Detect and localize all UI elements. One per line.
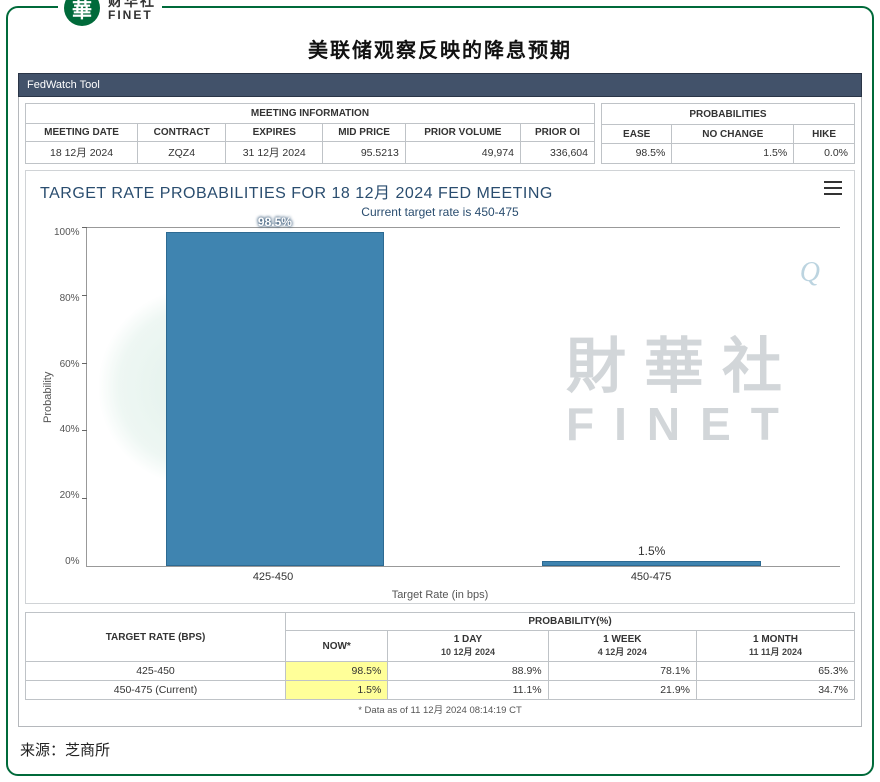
bar-value-label: 1.5% [638, 544, 665, 558]
pm-row: 450-475 (Current)1.5%11.1%21.9%34.7% [26, 681, 855, 700]
mi-h-pvol: PRIOR VOLUME [405, 124, 520, 142]
tool-titlebar: FedWatch Tool [18, 73, 862, 97]
pm-row: 425-45098.5%88.9%78.1%65.3% [26, 662, 855, 681]
pm-cell: 78.1% [548, 662, 696, 681]
x-tick-label: 425-450 [84, 567, 462, 583]
mi-pvol: 49,974 [405, 142, 520, 164]
document-frame: 華 财华社 FINET 美联储观察反映的降息预期 FedWatch Tool M… [6, 6, 874, 776]
x-tick-label: 450-475 [462, 567, 840, 583]
bar[interactable]: 1.5% [542, 561, 760, 566]
tool-panel: MEETING INFORMATION MEETING DATE CONTRAC… [18, 97, 862, 727]
pm-row-label: 450-475 (Current) [26, 681, 286, 700]
pm-col-header: PROBABILITY(%) [286, 613, 855, 631]
p-ease: 98.5% [602, 143, 672, 163]
logo-text: 财华社 FINET [108, 0, 156, 22]
pm-row-header: TARGET RATE (BPS) [26, 613, 286, 662]
p-h-nochange: NO CHANGE [672, 125, 794, 144]
meeting-info-header: MEETING INFORMATION [26, 104, 595, 124]
p-nochange: 1.5% [672, 143, 794, 163]
logo: 華 财华社 FINET [58, 0, 162, 26]
pm-col: NOW* [286, 631, 388, 662]
ytick: 100% [54, 227, 80, 238]
bar-slot: 98.5% [87, 227, 464, 566]
data-timestamp-note: * Data as of 11 12月 2024 08:14:19 CT [25, 702, 855, 716]
pm-col: 1 MONTH11 11月 2024 [697, 631, 855, 662]
ytick: 20% [60, 490, 80, 501]
bars: 98.5% 1.5% [87, 227, 840, 566]
ytick: 40% [60, 424, 80, 435]
probabilities-header: PROBABILITIES [602, 104, 855, 125]
pm-col: 1 DAY10 12月 2024 [388, 631, 548, 662]
chart-box: TARGET RATE PROBABILITIES FOR 18 12月 202… [25, 170, 855, 604]
probability-matrix-table: TARGET RATE (BPS) PROBABILITY(%) NOW*1 D… [25, 612, 855, 700]
mi-h-poi: PRIOR OI [520, 124, 594, 142]
mi-date: 18 12月 2024 [26, 142, 138, 164]
pm-cell: 11.1% [388, 681, 548, 700]
chart-grid: 財華社 FINET Q 98.5%1.5% [86, 227, 840, 567]
probabilities-table: PROBABILITIES EASE NO CHANGE HIKE 98.5% … [601, 103, 855, 164]
p-hike: 0.0% [794, 143, 855, 163]
chart-menu-icon[interactable] [824, 181, 842, 195]
top-tables-row: MEETING INFORMATION MEETING DATE CONTRAC… [25, 103, 855, 164]
pm-cell: 65.3% [697, 662, 855, 681]
ytick: 0% [65, 556, 79, 567]
p-h-ease: EASE [602, 125, 672, 144]
pm-cell: 21.9% [548, 681, 696, 700]
pm-col: 1 WEEK4 12月 2024 [548, 631, 696, 662]
mi-contract: ZQZ4 [138, 142, 226, 164]
p-row: 98.5% 1.5% 0.0% [602, 143, 855, 163]
pm-cell: 34.7% [697, 681, 855, 700]
page-title: 美联储观察反映的降息预期 [18, 34, 862, 63]
mi-row: 18 12月 2024 ZQZ4 31 12月 2024 95.5213 49,… [26, 142, 595, 164]
mi-h-mid: MID PRICE [323, 124, 406, 142]
bar-slot: 1.5% [463, 227, 840, 566]
x-axis-label: Target Rate (in bps) [40, 589, 840, 601]
y-axis-label: Probability [40, 227, 54, 567]
logo-mark-icon: 華 [64, 0, 100, 26]
mi-h-expires: EXPIRES [226, 124, 323, 142]
mi-h-date: MEETING DATE [26, 124, 138, 142]
pm-row-label: 425-450 [26, 662, 286, 681]
mi-h-contract: CONTRACT [138, 124, 226, 142]
ytick: 60% [60, 359, 80, 370]
mi-expires: 31 12月 2024 [226, 142, 323, 164]
bar-value-label: 98.5% [258, 215, 292, 229]
bar[interactable]: 98.5% [166, 232, 384, 566]
source-attribution: 来源：芝商所 [20, 739, 862, 760]
p-h-hike: HIKE [794, 125, 855, 144]
mi-poi: 336,604 [520, 142, 594, 164]
y-axis: 100% 80% 60% 40% 20% 0% [54, 227, 86, 567]
pm-cell: 88.9% [388, 662, 548, 681]
x-axis: 425-450450-475 [84, 567, 840, 583]
pm-cell: 1.5% [286, 681, 388, 700]
chart-subtitle: Current target rate is 450-475 [40, 205, 840, 219]
meeting-info-table: MEETING INFORMATION MEETING DATE CONTRAC… [25, 103, 595, 164]
plot-area: Probability 100% 80% 60% 40% 20% 0% 財華社 … [40, 227, 840, 567]
ytick: 80% [60, 293, 80, 304]
mi-mid: 95.5213 [323, 142, 406, 164]
pm-cell: 98.5% [286, 662, 388, 681]
logo-en: FINET [108, 9, 156, 22]
chart-title: TARGET RATE PROBABILITIES FOR 18 12月 202… [40, 179, 840, 203]
